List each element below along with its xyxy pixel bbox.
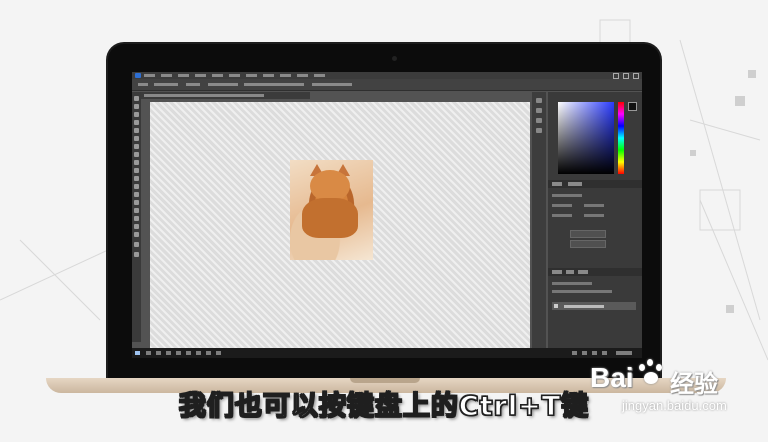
start-icon[interactable]	[135, 351, 140, 355]
layer-name	[564, 305, 604, 308]
background-logo	[34, 8, 274, 42]
menu-bar	[132, 72, 642, 79]
laptop-notch	[350, 378, 420, 383]
paw-icon	[636, 358, 666, 388]
color-picker-field[interactable]	[558, 102, 614, 174]
properties-tabs[interactable]	[548, 180, 642, 188]
photoshop-window	[132, 72, 642, 358]
options-bar[interactable]	[132, 79, 642, 91]
hue-slider[interactable]	[618, 102, 624, 174]
collapsed-panels[interactable]	[532, 92, 546, 358]
webcam	[392, 56, 397, 61]
layer-row[interactable]	[552, 302, 636, 310]
panel-button-2[interactable]	[570, 240, 606, 248]
baidu-jingyan-watermark: Bai 经验 jingyan.baidu.com	[590, 356, 760, 416]
foreground-swatch[interactable]	[628, 102, 637, 111]
watermark-bai-text: Bai	[590, 362, 634, 393]
document-tab[interactable]	[140, 92, 310, 99]
panel-button-1[interactable]	[570, 230, 606, 238]
menu-items[interactable]	[144, 74, 325, 77]
watermark-url: jingyan.baidu.com	[622, 398, 727, 413]
photoshop-logo-icon	[135, 73, 141, 78]
visibility-eye-icon[interactable]	[554, 304, 558, 308]
tools-panel[interactable]	[132, 92, 141, 342]
layers-tabs[interactable]	[548, 268, 642, 276]
windows-taskbar	[132, 348, 642, 358]
cat-photo-layer[interactable]	[290, 160, 373, 260]
right-panels	[548, 92, 642, 358]
watermark-brand: 经验	[670, 370, 718, 398]
